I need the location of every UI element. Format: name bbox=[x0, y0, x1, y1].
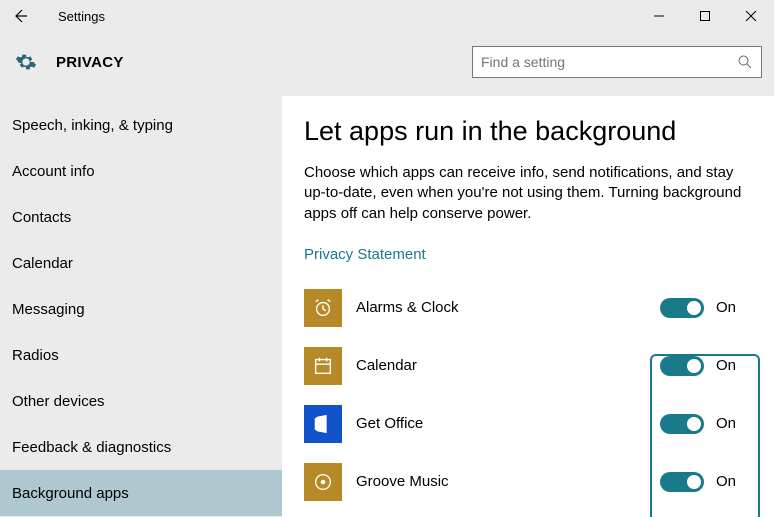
titlebar: Settings bbox=[0, 0, 774, 32]
sidebar-item-label: Feedback & diagnostics bbox=[12, 439, 171, 456]
window-title: Settings bbox=[58, 9, 105, 24]
app-name: Get Office bbox=[356, 415, 660, 432]
search-box[interactable] bbox=[472, 46, 762, 78]
sidebar-item-label: Background apps bbox=[12, 485, 129, 502]
sidebar-item-background-apps[interactable]: Background apps bbox=[0, 470, 282, 516]
body: Speech, inking, & typing Account info Co… bbox=[0, 96, 774, 517]
toggle-calendar[interactable] bbox=[660, 356, 704, 376]
office-icon bbox=[304, 405, 342, 443]
app-name: Alarms & Clock bbox=[356, 299, 660, 316]
alarm-icon bbox=[304, 289, 342, 327]
sidebar-item-radios[interactable]: Radios bbox=[0, 332, 282, 378]
page-description: Choose which apps can receive info, send… bbox=[304, 163, 744, 224]
page-heading: Let apps run in the background bbox=[304, 116, 752, 147]
sidebar-item-speech[interactable]: Speech, inking, & typing bbox=[0, 102, 282, 148]
sidebar-item-contacts[interactable]: Contacts bbox=[0, 194, 282, 240]
arrow-left-icon bbox=[12, 8, 28, 24]
settings-window: Settings PRIVACY Speech, inking, & typin… bbox=[0, 0, 774, 517]
toggle-wrap: On bbox=[660, 298, 752, 318]
toggle-wrap: On bbox=[660, 414, 752, 434]
search-input[interactable] bbox=[481, 54, 737, 70]
sidebar-item-account[interactable]: Account info bbox=[0, 148, 282, 194]
app-row-calendar: Calendar On bbox=[304, 337, 752, 395]
toggle-alarms[interactable] bbox=[660, 298, 704, 318]
music-icon bbox=[304, 463, 342, 501]
section-title: PRIVACY bbox=[56, 54, 124, 71]
sidebar: Speech, inking, & typing Account info Co… bbox=[0, 96, 282, 517]
toggle-office[interactable] bbox=[660, 414, 704, 434]
app-row-groove: Groove Music On bbox=[304, 453, 752, 511]
sidebar-item-label: Speech, inking, & typing bbox=[12, 117, 173, 134]
app-name: Groove Music bbox=[356, 473, 660, 490]
minimize-icon bbox=[653, 10, 665, 22]
calendar-icon bbox=[304, 347, 342, 385]
back-button[interactable] bbox=[0, 0, 40, 32]
sidebar-item-feedback[interactable]: Feedback & diagnostics bbox=[0, 424, 282, 470]
search-icon bbox=[737, 54, 753, 70]
sidebar-item-messaging[interactable]: Messaging bbox=[0, 286, 282, 332]
app-row-alarms: Alarms & Clock On bbox=[304, 279, 752, 337]
toggle-wrap: On bbox=[660, 472, 752, 492]
sidebar-item-label: Messaging bbox=[12, 301, 85, 318]
close-icon bbox=[745, 10, 757, 22]
toggle-label: On bbox=[716, 473, 736, 490]
gear-icon bbox=[12, 51, 40, 73]
header: PRIVACY bbox=[0, 32, 774, 96]
sidebar-item-label: Other devices bbox=[12, 393, 105, 410]
toggle-groove[interactable] bbox=[660, 472, 704, 492]
app-row-office: Get Office On bbox=[304, 395, 752, 453]
maximize-icon bbox=[699, 10, 711, 22]
toggle-label: On bbox=[716, 299, 736, 316]
sidebar-item-calendar[interactable]: Calendar bbox=[0, 240, 282, 286]
minimize-button[interactable] bbox=[636, 0, 682, 32]
toggle-label: On bbox=[716, 415, 736, 432]
close-button[interactable] bbox=[728, 0, 774, 32]
sidebar-item-other-devices[interactable]: Other devices bbox=[0, 378, 282, 424]
privacy-statement-link[interactable]: Privacy Statement bbox=[304, 246, 426, 263]
maximize-button[interactable] bbox=[682, 0, 728, 32]
sidebar-item-label: Calendar bbox=[12, 255, 73, 272]
toggle-wrap: On bbox=[660, 356, 752, 376]
sidebar-item-label: Contacts bbox=[12, 209, 71, 226]
main-content: Let apps run in the background Choose wh… bbox=[282, 96, 774, 517]
toggle-label: On bbox=[716, 357, 736, 374]
sidebar-item-label: Account info bbox=[12, 163, 95, 180]
sidebar-item-label: Radios bbox=[12, 347, 59, 364]
app-name: Calendar bbox=[356, 357, 660, 374]
